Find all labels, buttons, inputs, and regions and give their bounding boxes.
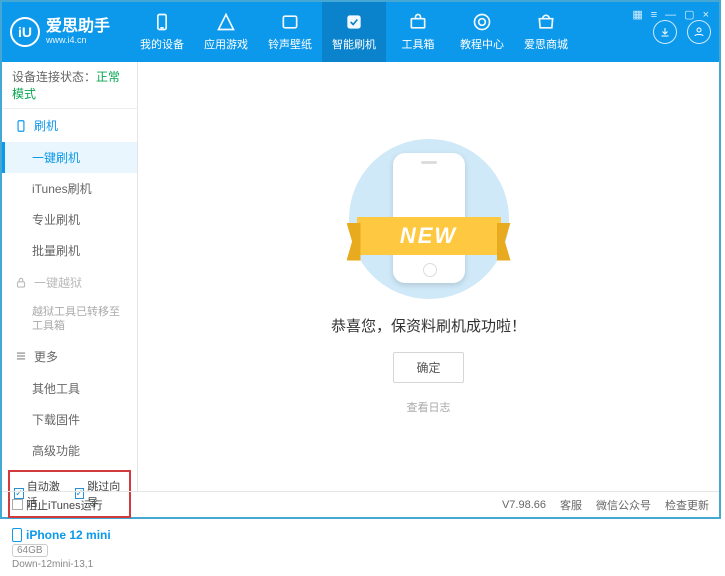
view-log-link[interactable]: 查看日志: [407, 399, 451, 415]
app-name: 爱思助手: [46, 18, 110, 36]
section-more[interactable]: 更多: [2, 340, 137, 373]
nav-label: 智能刷机: [332, 36, 376, 52]
nav-media[interactable]: 铃声壁纸: [258, 2, 322, 62]
nav-flash[interactable]: 智能刷机: [322, 2, 386, 62]
nav-label: 教程中心: [460, 36, 504, 52]
device-info[interactable]: iPhone 12 mini 64GB Down-12mini-13,1: [2, 522, 137, 576]
lock-icon: [14, 276, 28, 290]
section-label: 刷机: [34, 117, 58, 134]
block-itunes-checkbox[interactable]: 阻止iTunes运行: [12, 497, 103, 513]
main-nav: 我的设备 应用游戏 铃声壁纸 智能刷机 工具箱 教程中心 爱思商城: [130, 2, 578, 62]
sidebar-item-oneclick[interactable]: 一键刷机: [2, 142, 137, 173]
apps-icon: [216, 12, 236, 32]
capacity-badge: 64GB: [12, 544, 48, 557]
connection-status: 设备连接状态：正常模式: [2, 62, 137, 109]
success-illustration: NEW: [349, 139, 509, 299]
sidebar-item-other[interactable]: 其他工具: [2, 373, 137, 404]
toolbox-icon: [408, 12, 428, 32]
user-button[interactable]: [687, 20, 711, 44]
device-model: Down-12mini-13,1: [12, 559, 127, 570]
checkbox-label: 阻止iTunes运行: [26, 497, 103, 513]
nav-apps[interactable]: 应用游戏: [194, 2, 258, 62]
device-name: iPhone 12 mini: [26, 528, 111, 542]
menu-icon[interactable]: ▦: [632, 8, 642, 21]
tutorial-icon: [472, 12, 492, 32]
new-ribbon: NEW: [357, 217, 501, 255]
section-label: 更多: [34, 348, 58, 365]
sidebar-item-itunes[interactable]: iTunes刷机: [2, 173, 137, 204]
sidebar-item-pro[interactable]: 专业刷机: [2, 204, 137, 235]
nav-store[interactable]: 爱思商城: [514, 2, 578, 62]
nav-label: 铃声壁纸: [268, 36, 312, 52]
media-icon: [280, 12, 300, 32]
status-label: 设备连接状态：: [12, 70, 96, 84]
ok-button[interactable]: 确定: [393, 352, 463, 383]
window-controls: ▦ ≡ — ▢ ×: [632, 8, 713, 21]
section-jailbreak: 一键越狱: [2, 266, 137, 299]
close-button[interactable]: ×: [703, 9, 709, 21]
sidebar-item-firmware[interactable]: 下载固件: [2, 404, 137, 435]
flash-icon: [344, 12, 364, 32]
user-icon: [693, 26, 705, 38]
header: iU 爱思助手 www.i4.cn 我的设备 应用游戏 铃声壁纸 智能刷机 工具…: [2, 2, 719, 62]
version-label: V7.98.66: [502, 499, 546, 511]
phone-icon: [14, 119, 28, 133]
logo: iU 爱思助手 www.i4.cn: [10, 17, 130, 47]
update-link[interactable]: 检查更新: [665, 497, 709, 513]
phone-icon: [12, 528, 22, 542]
nav-device[interactable]: 我的设备: [130, 2, 194, 62]
sidebar-item-advanced[interactable]: 高级功能: [2, 435, 137, 466]
success-message: 恭喜您，保资料刷机成功啦！: [331, 315, 526, 336]
store-icon: [536, 12, 556, 32]
jailbreak-moved-note: 越狱工具已转移至工具箱: [2, 299, 137, 340]
minimize-button[interactable]: —: [665, 9, 676, 21]
settings-icon[interactable]: ≡: [651, 9, 657, 21]
nav-tutorial[interactable]: 教程中心: [450, 2, 514, 62]
maximize-button[interactable]: ▢: [684, 8, 694, 21]
section-flash[interactable]: 刷机: [2, 109, 137, 142]
sidebar: 设备连接状态：正常模式 刷机 一键刷机 iTunes刷机 专业刷机 批量刷机 一…: [2, 62, 138, 491]
device-icon: [152, 12, 172, 32]
more-icon: [14, 349, 28, 363]
download-button[interactable]: [653, 20, 677, 44]
sidebar-item-batch[interactable]: 批量刷机: [2, 235, 137, 266]
service-link[interactable]: 客服: [560, 497, 582, 513]
nav-label: 工具箱: [402, 36, 435, 52]
logo-icon: iU: [10, 17, 40, 47]
download-icon: [659, 26, 671, 38]
nav-label: 应用游戏: [204, 36, 248, 52]
nav-label: 爱思商城: [524, 36, 568, 52]
main-content: NEW 恭喜您，保资料刷机成功啦！ 确定 查看日志: [138, 62, 719, 491]
app-site: www.i4.cn: [46, 36, 110, 46]
nav-label: 我的设备: [140, 36, 184, 52]
footer: 阻止iTunes运行 V7.98.66 客服 微信公众号 检查更新: [2, 491, 719, 517]
section-label: 一键越狱: [34, 274, 82, 291]
wechat-link[interactable]: 微信公众号: [596, 497, 651, 513]
nav-toolbox[interactable]: 工具箱: [386, 2, 450, 62]
